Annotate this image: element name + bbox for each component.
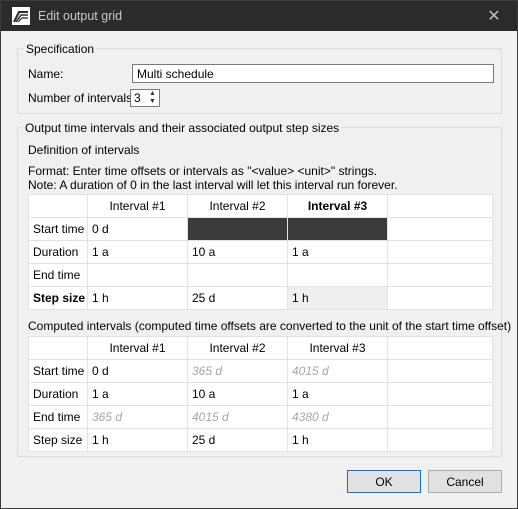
table-cell[interactable]: 25 d bbox=[187, 286, 288, 310]
specification-group-title: Specification bbox=[24, 42, 97, 56]
empty-cell bbox=[387, 240, 493, 264]
column-header[interactable]: Interval #2 bbox=[187, 194, 288, 218]
name-label: Name: bbox=[28, 67, 64, 81]
table-cell: 365 d bbox=[187, 359, 288, 383]
cancel-button[interactable]: Cancel bbox=[428, 470, 502, 493]
table-cell[interactable]: 1 h bbox=[287, 286, 388, 310]
table-cell: 25 d bbox=[187, 428, 288, 452]
table-cell[interactable] bbox=[187, 217, 288, 241]
definition-title: Definition of intervals bbox=[28, 143, 140, 157]
empty-cell bbox=[387, 286, 493, 310]
table-cell: 1 a bbox=[287, 382, 388, 406]
table-cell: 1 h bbox=[87, 428, 188, 452]
table-cell[interactable] bbox=[87, 263, 188, 287]
corner-cell bbox=[28, 336, 88, 360]
row-header[interactable]: Start time bbox=[28, 217, 88, 241]
window-title: Edit output grid bbox=[38, 9, 123, 23]
table-row: Step size 1 h 25 d 1 h bbox=[28, 428, 493, 452]
column-header: Interval #3 bbox=[287, 336, 388, 360]
table-row: End time 365 d 4015 d 4380 d bbox=[28, 405, 493, 429]
spin-up-icon[interactable]: ▲ bbox=[147, 90, 158, 98]
column-header: Interval #2 bbox=[187, 336, 288, 360]
spin-down-icon[interactable]: ▼ bbox=[147, 98, 158, 106]
row-header: Start time bbox=[28, 359, 88, 383]
output-intervals-group-title: Output time intervals and their associat… bbox=[23, 121, 342, 135]
table-cell[interactable]: 1 a bbox=[287, 240, 388, 264]
table-cell: 1 h bbox=[287, 428, 388, 452]
empty-cell bbox=[387, 405, 493, 429]
table-row: Duration 1 a 10 a 1 a bbox=[28, 382, 493, 406]
number-of-intervals-spinbox[interactable]: 3 ▲ ▼ bbox=[130, 89, 160, 107]
definition-table: Interval #1 Interval #2 Interval #3 Star… bbox=[28, 194, 493, 310]
empty-header bbox=[387, 336, 493, 360]
number-of-intervals-value: 3 bbox=[134, 91, 141, 105]
table-cell[interactable]: 10 a bbox=[187, 240, 288, 264]
table-cell[interactable] bbox=[287, 217, 388, 241]
table-row: End time bbox=[28, 263, 493, 287]
name-input[interactable] bbox=[132, 64, 494, 83]
number-of-intervals-label: Number of intervals: bbox=[28, 91, 136, 105]
table-cell: 4380 d bbox=[287, 405, 388, 429]
empty-header bbox=[387, 194, 493, 218]
row-header: End time bbox=[28, 405, 88, 429]
duration-note: Note: A duration of 0 in the last interv… bbox=[28, 178, 398, 192]
row-header[interactable]: Duration bbox=[28, 240, 88, 264]
column-header[interactable]: Interval #3 bbox=[287, 194, 388, 218]
column-header[interactable]: Interval #1 bbox=[87, 194, 188, 218]
table-cell: 365 d bbox=[87, 405, 188, 429]
computed-table: Interval #1 Interval #2 Interval #3 Star… bbox=[28, 336, 493, 452]
app-logo-icon bbox=[12, 7, 30, 25]
table-row: Step size 1 h 25 d 1 h bbox=[28, 286, 493, 310]
close-icon: ✕ bbox=[487, 8, 501, 25]
table-cell: 4015 d bbox=[187, 405, 288, 429]
empty-cell bbox=[387, 217, 493, 241]
table-row: Start time 0 d bbox=[28, 217, 493, 241]
table-cell: 1 a bbox=[87, 382, 188, 406]
column-header: Interval #1 bbox=[87, 336, 188, 360]
close-button[interactable]: ✕ bbox=[471, 1, 517, 31]
computed-header-row: Interval #1 Interval #2 Interval #3 bbox=[28, 336, 493, 360]
row-header[interactable]: End time bbox=[28, 263, 88, 287]
table-cell[interactable] bbox=[187, 263, 288, 287]
row-header: Step size bbox=[28, 428, 88, 452]
title-bar[interactable]: Edit output grid ✕ bbox=[1, 1, 517, 31]
row-header[interactable]: Step size bbox=[28, 286, 88, 310]
empty-cell bbox=[387, 263, 493, 287]
table-row: Duration 1 a 10 a 1 a bbox=[28, 240, 493, 264]
computed-intervals-title: Computed intervals (computed time offset… bbox=[28, 319, 512, 333]
table-cell[interactable] bbox=[287, 263, 388, 287]
empty-cell bbox=[387, 428, 493, 452]
table-row: Start time 0 d 365 d 4015 d bbox=[28, 359, 493, 383]
table-cell: 10 a bbox=[187, 382, 288, 406]
edit-output-grid-dialog: Edit output grid ✕ Specification Name: N… bbox=[0, 0, 518, 509]
corner-cell bbox=[28, 194, 88, 218]
empty-cell bbox=[387, 382, 493, 406]
table-cell[interactable]: 1 a bbox=[87, 240, 188, 264]
empty-cell bbox=[387, 359, 493, 383]
definition-header-row: Interval #1 Interval #2 Interval #3 bbox=[28, 194, 493, 218]
format-note: Format: Enter time offsets or intervals … bbox=[28, 164, 378, 178]
ok-button[interactable]: OK bbox=[347, 470, 421, 493]
table-cell: 0 d bbox=[87, 359, 188, 383]
table-cell[interactable]: 1 h bbox=[87, 286, 188, 310]
table-cell: 4015 d bbox=[287, 359, 388, 383]
row-header: Duration bbox=[28, 382, 88, 406]
table-cell[interactable]: 0 d bbox=[87, 217, 188, 241]
